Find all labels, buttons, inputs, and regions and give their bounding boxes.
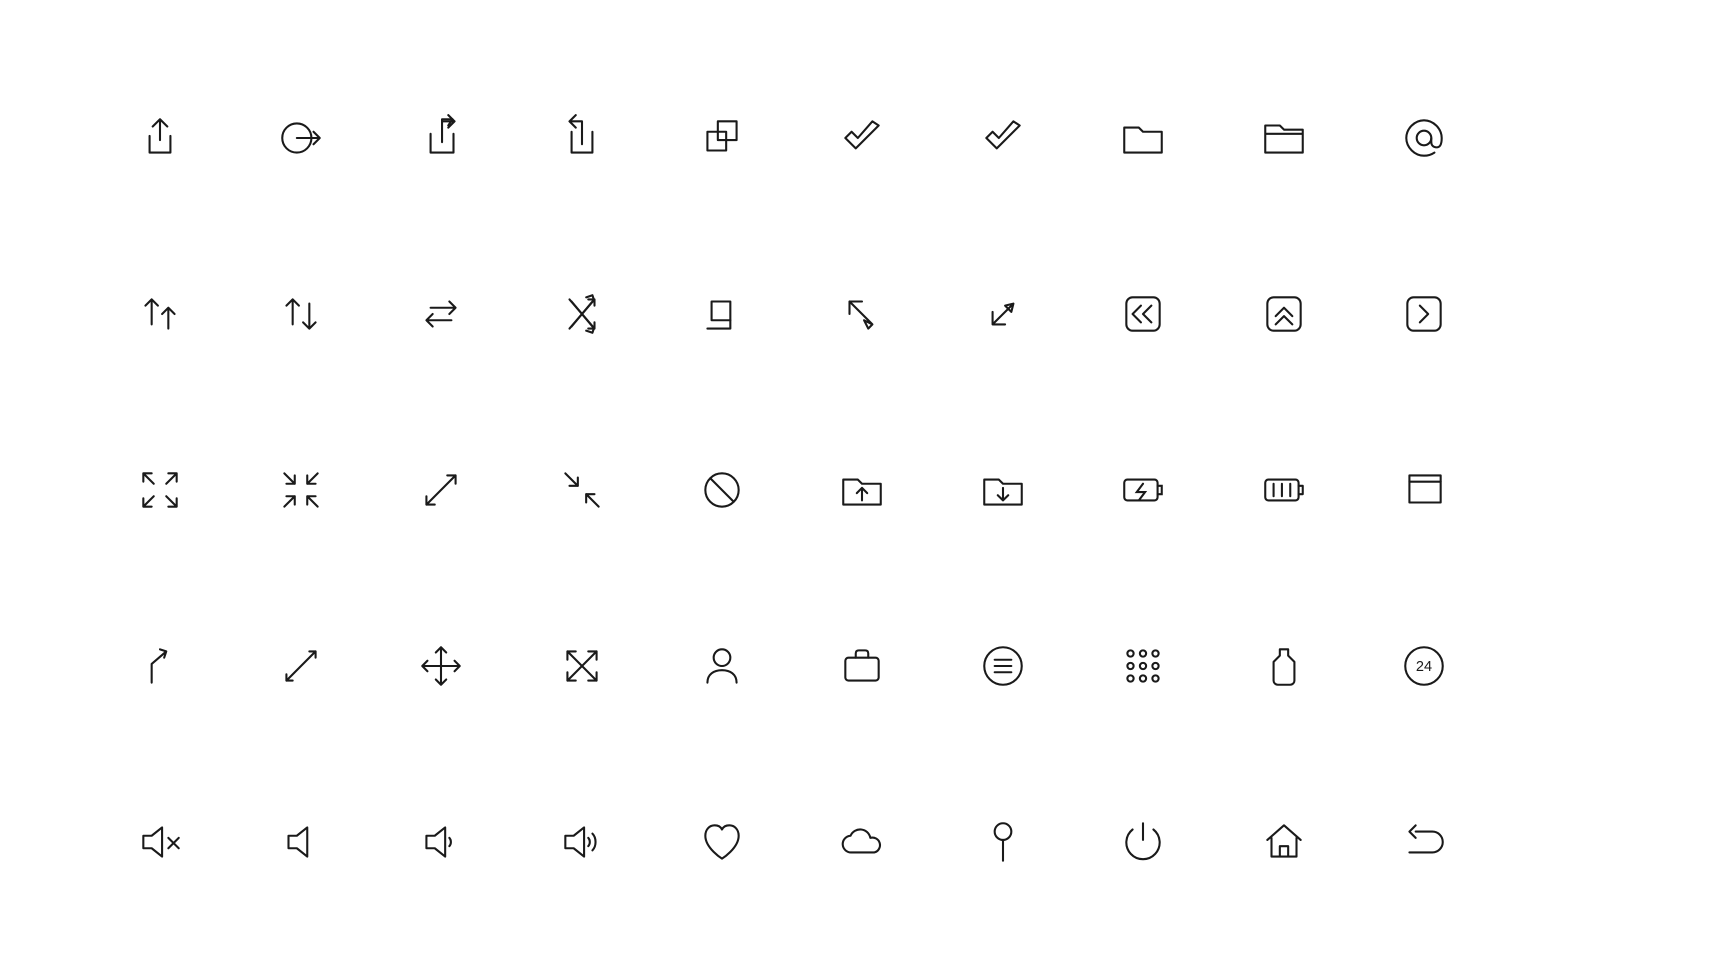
chevron-right-box-icon (1354, 226, 1494, 402)
spacer (1495, 754, 1635, 930)
list-circle-icon (933, 578, 1073, 754)
spacer (1495, 226, 1635, 402)
window-stack-icon (1354, 402, 1494, 578)
battery-charging-icon (1073, 402, 1213, 578)
folder-upload-icon (792, 402, 932, 578)
rewind-box-icon (1073, 226, 1213, 402)
briefcase-icon (792, 578, 932, 754)
bottle-tag-icon (1214, 578, 1354, 754)
pin-round-icon (933, 754, 1073, 930)
crop-square-icon (652, 226, 792, 402)
resize-diagonal-icon (230, 578, 370, 754)
spacer (1495, 402, 1635, 578)
folder-tab-icon (1214, 50, 1354, 226)
dialpad-grid-icon (1073, 578, 1213, 754)
import-left-icon (511, 50, 651, 226)
chevrons-up-box-icon (1214, 226, 1354, 402)
check-icon (933, 50, 1073, 226)
icon-grid: 24 (0, 0, 1725, 980)
speaker-low-icon (371, 754, 511, 930)
folder-download-icon (933, 402, 1073, 578)
arrow-top-left-box-icon (792, 226, 932, 402)
user-icon (652, 578, 792, 754)
folder-icon (1073, 50, 1213, 226)
cloud-icon (792, 754, 932, 930)
speaker-high-icon (511, 754, 651, 930)
expand-x-icon (511, 578, 651, 754)
at-sign-icon (1354, 50, 1494, 226)
shuffle-cross-icon (511, 226, 651, 402)
heart-icon (652, 754, 792, 930)
spacer (1495, 50, 1635, 226)
battery-bars-icon (1214, 402, 1354, 578)
move-cross-icon (371, 578, 511, 754)
speaker-off-icon (230, 754, 370, 930)
expand-diagonal-icon (371, 402, 511, 578)
arrows-up-down-icon (230, 226, 370, 402)
spacer (1495, 578, 1635, 754)
badge-24-label: 24 (1416, 659, 1432, 675)
copy-overlap-icon (652, 50, 792, 226)
collapse-diagonal-icon (511, 402, 651, 578)
collapse-corners-icon (230, 402, 370, 578)
speaker-mute-icon (90, 754, 230, 930)
expand-corners-icon (90, 402, 230, 578)
turn-up-right-icon (90, 578, 230, 754)
arrows-swap-horizontal-icon (371, 226, 511, 402)
home-icon (1214, 754, 1354, 930)
24-circle-icon: 24 (1354, 578, 1494, 754)
exit-right-icon (230, 50, 370, 226)
check-outline-icon (792, 50, 932, 226)
export-right-icon (371, 50, 511, 226)
power-icon (1073, 754, 1213, 930)
share-up-icon (90, 50, 230, 226)
ban-icon (652, 402, 792, 578)
arrow-bottom-left-box-icon (933, 226, 1073, 402)
arrows-up-up-icon (90, 226, 230, 402)
undo-icon (1354, 754, 1494, 930)
